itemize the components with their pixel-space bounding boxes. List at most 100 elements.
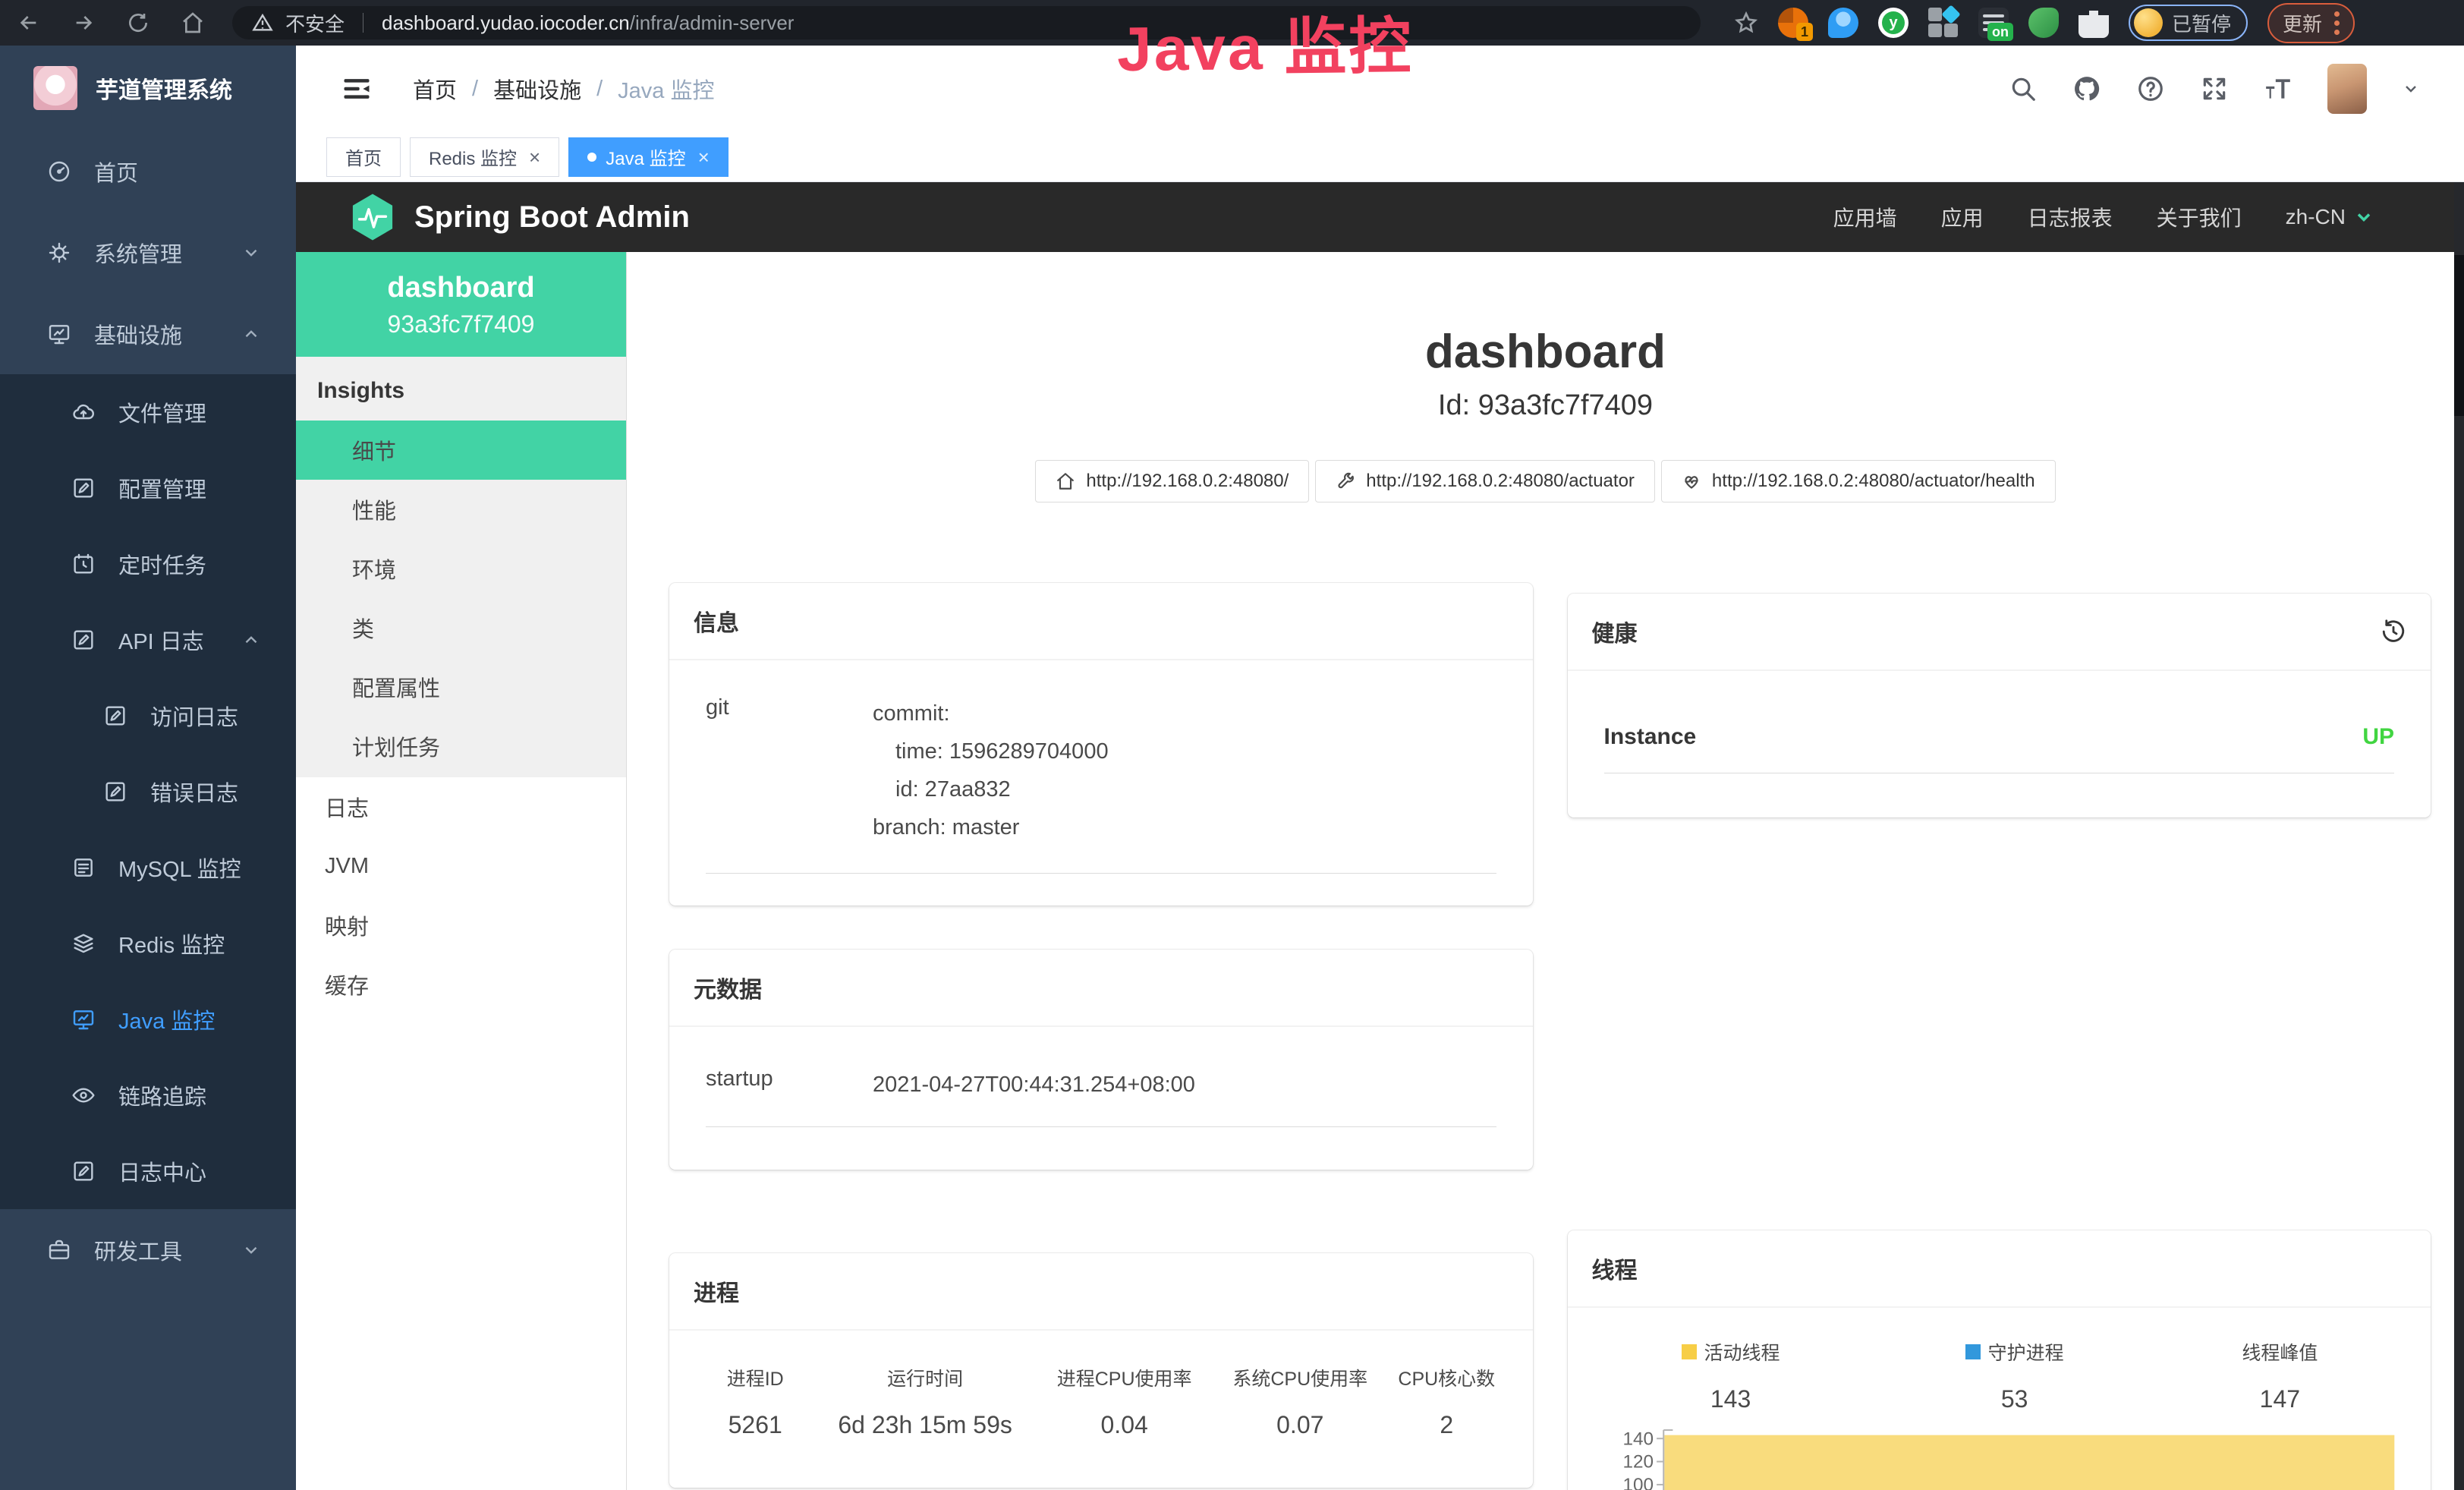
sba-sidebar-item-映射[interactable]: 映射 — [296, 896, 626, 955]
browser-menu-icon[interactable] — [2334, 11, 2340, 35]
sba-nav-日志报表[interactable]: 日志报表 — [2028, 202, 2113, 232]
sba-sidebar-item-环境[interactable]: 环境 — [296, 539, 626, 598]
user-avatar[interactable] — [2327, 64, 2367, 114]
card-process-header: 进程 — [669, 1253, 1533, 1331]
sba-sidebar-item-计划任务[interactable]: 计划任务 — [296, 717, 626, 776]
sidebar-item-label: 链路追踪 — [118, 1079, 206, 1111]
tab-label: Redis 监控 — [429, 143, 517, 170]
breadcrumb-item[interactable]: 首页 — [413, 73, 457, 105]
sidebar-item-label: Redis 监控 — [118, 928, 225, 959]
sidebar-item-redis-监控[interactable]: Redis 监控 — [0, 906, 296, 981]
instance-link-label: http://192.168.0.2:48080/actuator/health — [1712, 471, 2035, 492]
sidebar-item-首页[interactable]: 首页 — [0, 131, 296, 212]
sidebar-item-定时任务[interactable]: 定时任务 — [0, 526, 296, 602]
submenu: 文件管理配置管理定时任务API 日志访问日志错误日志MySQL 监控 Redis … — [0, 374, 296, 1209]
sidebar-item-java-监控[interactable]: Java 监控 — [0, 981, 296, 1057]
card-info: 信息 git commit:time: 1596289704000id: 27a… — [669, 583, 1533, 906]
extension-icon-grid[interactable] — [1928, 8, 1959, 38]
page-title: dashboard — [627, 325, 2464, 379]
sidebar-item-配置管理[interactable]: 配置管理 — [0, 450, 296, 526]
sidebar-item-api-日志[interactable]: API 日志 — [0, 602, 296, 678]
cards-grid: 信息 git commit:time: 1596289704000id: 27a… — [627, 583, 2464, 1490]
health-history-icon[interactable] — [2381, 619, 2406, 644]
security-label[interactable]: 不安全 — [285, 9, 345, 37]
sidebar-item-文件管理[interactable]: 文件管理 — [0, 374, 296, 450]
search-icon[interactable] — [2009, 74, 2038, 103]
process-col-value: 6d 23h 15m 59s — [813, 1411, 1036, 1439]
sba-logo-icon — [351, 193, 395, 241]
font-size-icon[interactable] — [2264, 74, 2292, 103]
sidebar-item-日志中心[interactable]: 日志中心 — [0, 1133, 296, 1209]
sba-brand[interactable]: Spring Boot Admin — [351, 193, 690, 241]
sidebar-item-错误日志[interactable]: 错误日志 — [0, 754, 296, 830]
chart-y-tick-label: 120 — [1622, 1452, 1654, 1473]
tab-redis-监控[interactable]: Redis 监控 × — [410, 137, 559, 177]
tab-label: Java 监控 — [606, 143, 685, 170]
sba-scrollbar-thumb[interactable] — [2454, 255, 2464, 416]
sidebar-item-研发工具[interactable]: 研发工具 — [0, 1209, 296, 1290]
sba-sidebar-item-配置属性[interactable]: 配置属性 — [296, 657, 626, 717]
app-logo — [33, 66, 77, 110]
sba-content: dashboard Id: 93a3fc7f7409 http://192.16… — [627, 252, 2464, 1490]
sidebar-item-label: 文件管理 — [118, 396, 206, 428]
extension-icon-pin[interactable] — [1828, 8, 1858, 38]
instance-link-heartbeat[interactable]: http://192.168.0.2:48080/actuator/health — [1661, 460, 2056, 502]
fullscreen-icon[interactable] — [2200, 74, 2229, 103]
app-title: 芋道管理系统 — [96, 71, 232, 105]
tab-java-监控[interactable]: Java 监控 × — [568, 137, 729, 177]
instance-link-home[interactable]: http://192.168.0.2:48080/ — [1035, 460, 1309, 502]
legend-swatch — [1965, 1344, 1981, 1359]
sidebar-item-label: 日志中心 — [118, 1155, 206, 1187]
screen: 不安全 dashboard.yudao.iocoder.cn/infra/adm… — [0, 0, 2464, 1490]
github-icon[interactable] — [2072, 74, 2101, 103]
sba-sidebar-item-性能[interactable]: 性能 — [296, 480, 626, 539]
sba-sidebar-item-细节[interactable]: 细节 — [296, 421, 626, 480]
sba-scrollbar[interactable] — [2454, 182, 2464, 1490]
edit-icon — [71, 1159, 96, 1183]
sidebar-collapse-icon[interactable] — [340, 72, 373, 106]
sidebar-item-mysql-监控[interactable]: MySQL 监控 — [0, 830, 296, 906]
instance-link-wrench[interactable]: http://192.168.0.2:48080/actuator — [1315, 460, 1655, 502]
extension-icon-y[interactable]: y — [1878, 8, 1909, 38]
sba-sidebar-item-jvm[interactable]: JVM — [296, 836, 626, 896]
sba-instance-header[interactable]: dashboard 93a3fc7f7409 — [296, 252, 626, 357]
sba-nav-关于我们[interactable]: 关于我们 — [2157, 202, 2242, 232]
address-bar[interactable]: 不安全 dashboard.yudao.iocoder.cn/infra/adm… — [232, 6, 1701, 39]
sidebar-item-系统管理[interactable]: 系统管理 — [0, 212, 296, 293]
card-threads: 线程 活动线程守护进程线程峰值 14353147 — [1568, 1230, 2431, 1490]
sidebar-item-链路追踪[interactable]: 链路追踪 — [0, 1057, 296, 1133]
reload-icon[interactable] — [126, 11, 150, 35]
sidebar-item-基础设施[interactable]: 基础设施 — [0, 293, 296, 374]
bookmark-star-icon[interactable] — [1734, 11, 1758, 35]
extension-icon-on[interactable]: on — [1978, 8, 2009, 38]
tab-close-icon[interactable]: × — [698, 147, 710, 167]
chrome-update-button[interactable]: 更新 — [2267, 3, 2355, 43]
sba-nav-应用[interactable]: 应用 — [1941, 202, 1984, 232]
chevron-up-icon — [241, 630, 261, 650]
sba-sidebar-item-类[interactable]: 类 — [296, 598, 626, 657]
sba-sidebar-item-缓存[interactable]: 缓存 — [296, 955, 626, 1014]
user-menu-caret-icon[interactable] — [2402, 80, 2420, 98]
extension-icon-leaf[interactable] — [2028, 8, 2059, 38]
sba-locale-selector[interactable]: zh-CN — [2286, 205, 2374, 229]
extensions-puzzle-icon[interactable] — [2079, 8, 2109, 38]
extension-icon-c[interactable]: 1 — [1778, 8, 1808, 38]
back-icon[interactable] — [17, 11, 41, 35]
app-logo-row[interactable]: 芋道管理系统 — [0, 46, 296, 131]
tab-close-icon[interactable]: × — [529, 147, 540, 167]
breadcrumb-item[interactable]: 基础设施 — [493, 73, 581, 105]
card-health: 健康 Instance UP — [1568, 594, 2431, 817]
profile-paused-badge[interactable]: 已暂停 — [2129, 5, 2248, 41]
forward-icon[interactable] — [71, 11, 96, 35]
cards-column-left: 信息 git commit:time: 1596289704000id: 27a… — [669, 583, 1533, 1488]
insecure-warning-icon[interactable] — [252, 12, 273, 33]
home-icon[interactable] — [181, 11, 205, 35]
sba-nav-应用墙[interactable]: 应用墙 — [1833, 202, 1897, 232]
sidebar-item-访问日志[interactable]: 访问日志 — [0, 678, 296, 754]
sba-sidebar-item-日志[interactable]: 日志 — [296, 777, 626, 836]
edit-icon — [71, 476, 96, 500]
help-icon[interactable] — [2136, 74, 2165, 103]
tab-首页[interactable]: 首页 — [326, 137, 401, 177]
db-icon — [71, 855, 96, 880]
sidebar-item-label: Java 监控 — [118, 1003, 215, 1035]
